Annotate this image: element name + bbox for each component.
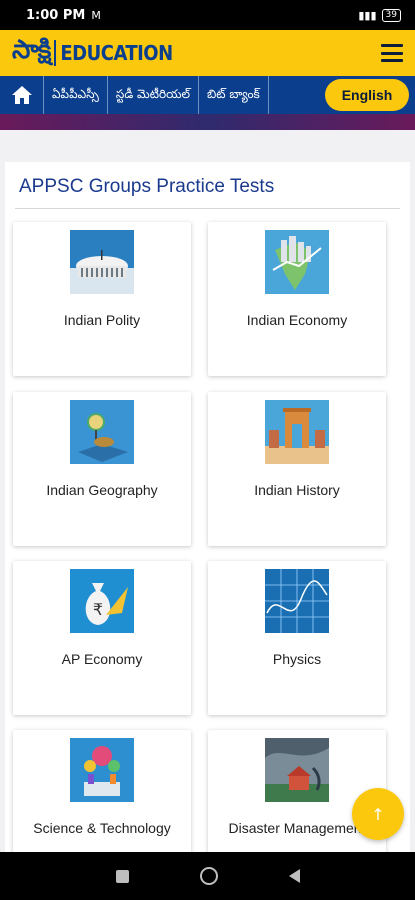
system-navigation bbox=[0, 852, 415, 900]
rupee-bag-image: ₹ bbox=[70, 569, 134, 633]
physics-image bbox=[265, 569, 329, 633]
language-button[interactable]: English bbox=[325, 79, 409, 111]
gmail-icon: M bbox=[91, 8, 101, 22]
logo-telugu: సాక్షి bbox=[12, 35, 51, 65]
status-time: 1:00 PM bbox=[26, 7, 86, 23]
disaster-image bbox=[265, 738, 329, 802]
tile-label: Indian Economy bbox=[246, 312, 348, 328]
section-title: APPSC Groups Practice Tests bbox=[19, 176, 275, 197]
svg-text:₹: ₹ bbox=[93, 600, 103, 619]
title-divider bbox=[15, 208, 400, 209]
banner-strip[interactable] bbox=[0, 114, 415, 130]
tile-label: Indian History bbox=[254, 482, 340, 498]
parliament-image bbox=[70, 230, 134, 294]
home-icon[interactable] bbox=[0, 76, 44, 114]
tile-indian-geography[interactable]: Indian Geography bbox=[13, 392, 191, 546]
site-logo[interactable]: సాక్షి EDUCATION bbox=[12, 35, 173, 71]
tile-physics[interactable]: Physics bbox=[208, 561, 386, 715]
signal-icon: ▮▮▮ bbox=[358, 8, 377, 22]
status-right: ▮▮▮ 39 bbox=[358, 8, 401, 22]
globe-image bbox=[70, 400, 134, 464]
home-button-icon[interactable] bbox=[199, 867, 218, 885]
tile-label: Science & Technology bbox=[33, 820, 171, 836]
tile-indian-polity[interactable]: Indian Polity bbox=[13, 222, 191, 376]
economy-image bbox=[265, 230, 329, 294]
nav-item-appsc[interactable]: ఏపీపీఎస్సీ bbox=[44, 76, 108, 114]
status-bar: 1:00 PM M ▮▮▮ 39 bbox=[0, 0, 415, 30]
logo-education: EDUCATION bbox=[60, 41, 173, 65]
tile-label: Physics bbox=[272, 651, 322, 667]
scroll-top-button[interactable]: ↑ bbox=[352, 788, 404, 840]
tile-ap-economy[interactable]: ₹ AP Economy bbox=[13, 561, 191, 715]
site-header: సాక్షి EDUCATION bbox=[0, 30, 415, 76]
tile-indian-economy[interactable]: Indian Economy bbox=[208, 222, 386, 376]
nav-item-bit-bank[interactable]: బిట్ బ్యాంక్ bbox=[199, 76, 269, 114]
tile-indian-history[interactable]: Indian History bbox=[208, 392, 386, 546]
tile-label: Indian Geography bbox=[46, 482, 158, 498]
main-nav: ఏపీపీఎస్సీ స్టడీ మెటీరియల్ బిట్ బ్యాంక్ … bbox=[0, 76, 415, 114]
logo-divider bbox=[54, 40, 57, 66]
nav-item-study-material[interactable]: స్టడీ మెటీరియల్ bbox=[108, 76, 200, 114]
science-image bbox=[70, 738, 134, 802]
recent-apps-icon[interactable] bbox=[115, 869, 129, 883]
india-gate-image bbox=[265, 400, 329, 464]
practice-tests-card: APPSC Groups Practice Tests Indian Polit… bbox=[5, 162, 410, 884]
tile-label: Indian Polity bbox=[63, 312, 141, 328]
back-icon[interactable] bbox=[288, 869, 300, 883]
tile-label: AP Economy bbox=[61, 651, 143, 667]
battery-icon: 39 bbox=[381, 8, 401, 22]
menu-icon[interactable] bbox=[381, 44, 403, 62]
